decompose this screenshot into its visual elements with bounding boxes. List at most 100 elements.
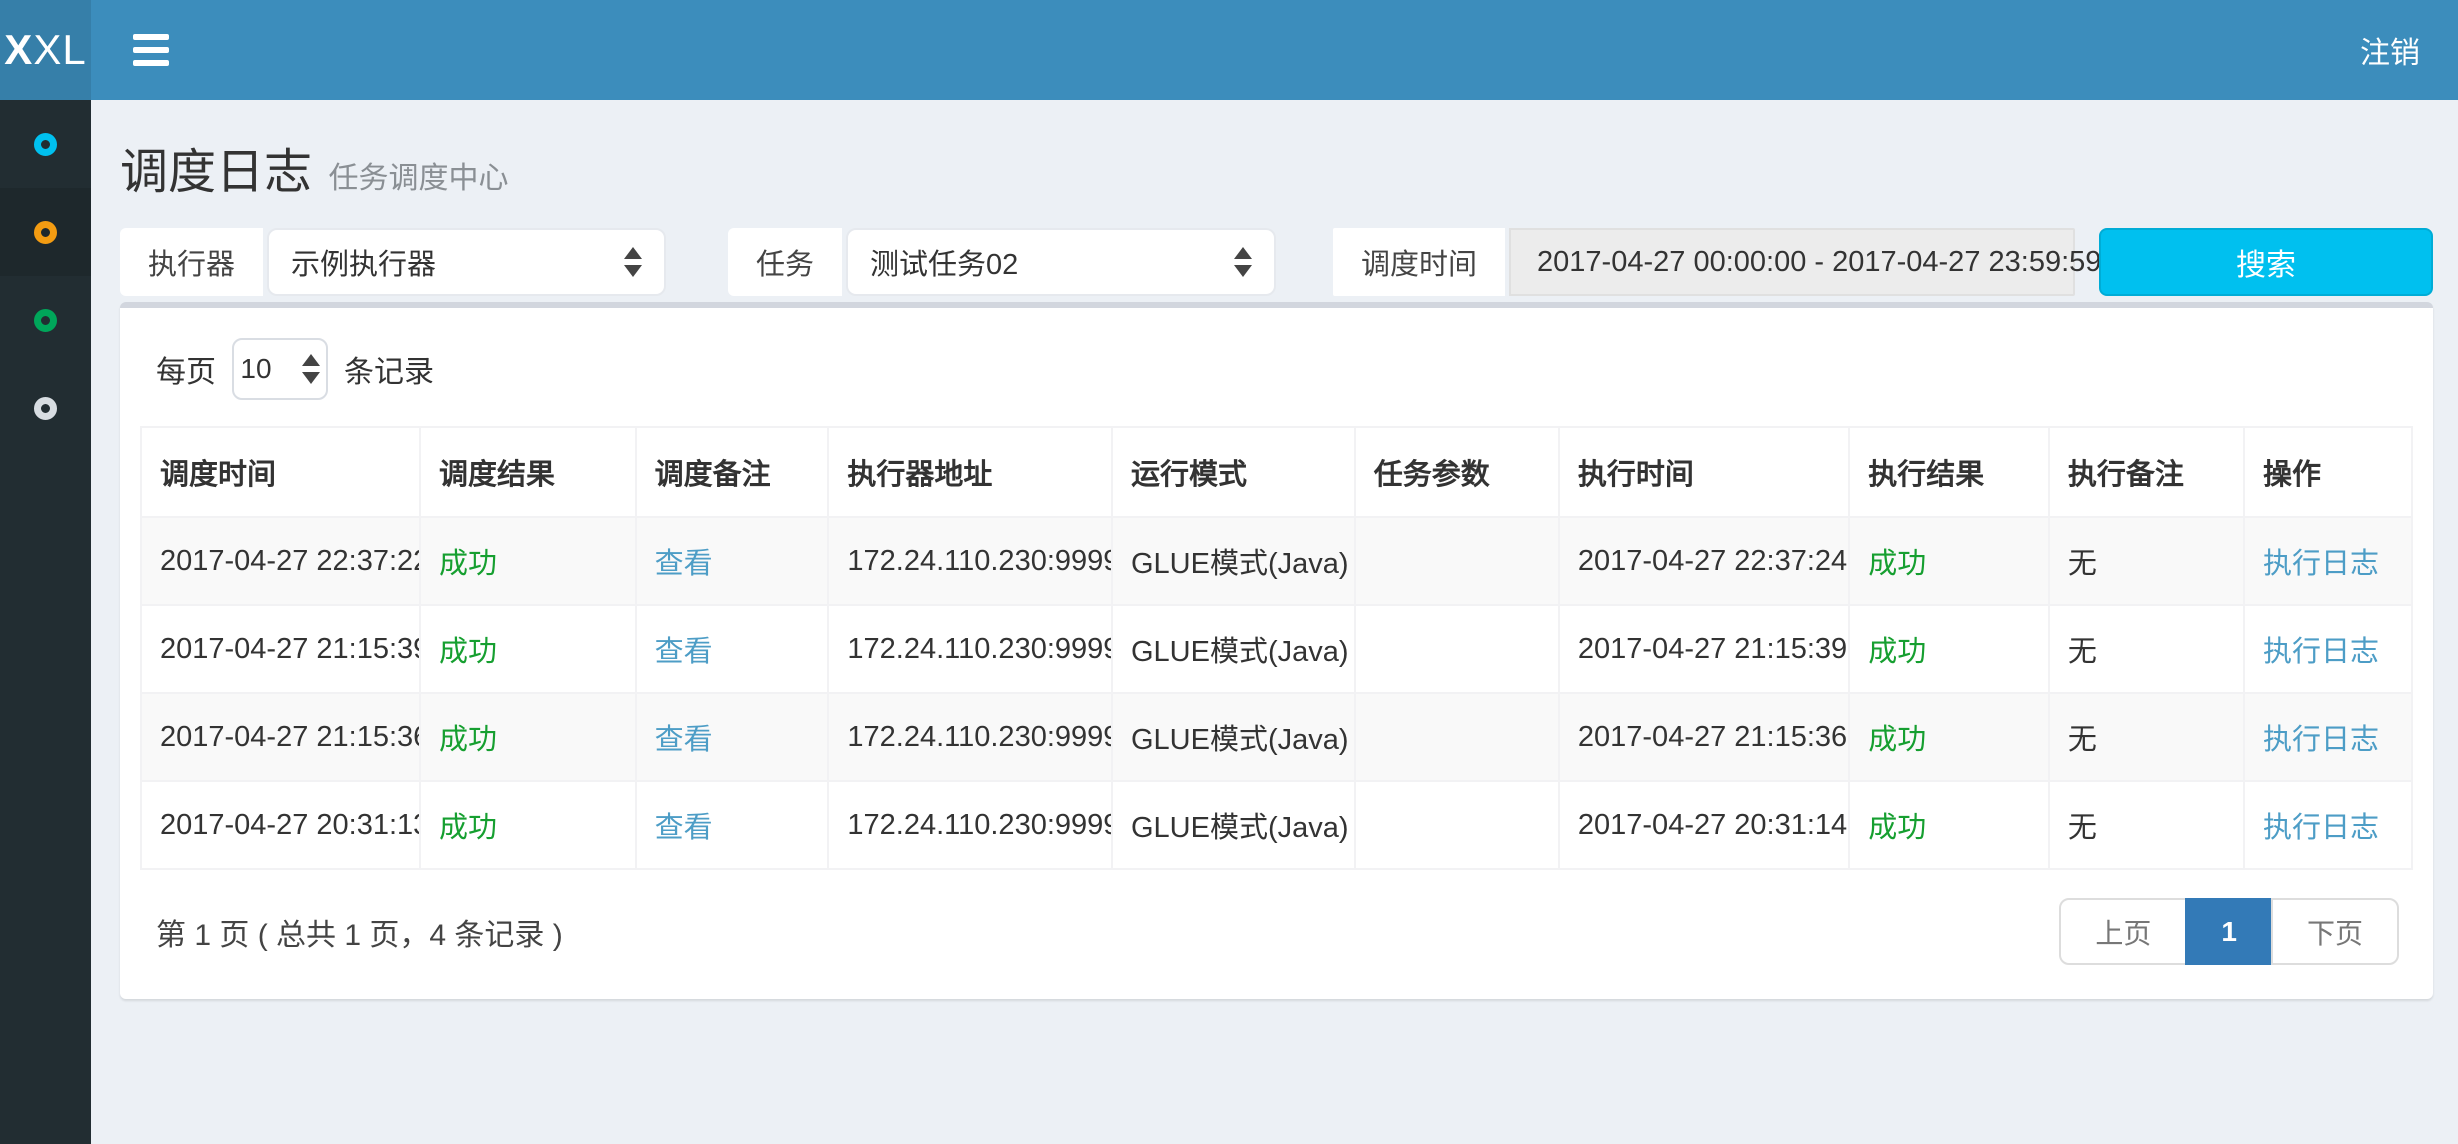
handle-time-cell: 2017-04-27 20:31:14 [1559,781,1849,869]
circle-icon [34,309,57,332]
col-glue-type: 运行模式 [1112,427,1355,517]
job-select-value: 测试任务02 [870,241,1216,283]
circle-icon [34,221,57,244]
trigger-result-text: 成功 [439,812,497,844]
table-row: 2017-04-27 21:15:39 成功 查看 172.24.110.230… [141,605,2412,693]
sidebar-toggle-button[interactable] [119,20,183,80]
glue-type-cell: GLUE模式(Java) [1112,693,1355,781]
executor-address-cell: 172.24.110.230:9999 [828,517,1112,605]
handle-result-text: 成功 [1868,636,1926,668]
exec-log-link[interactable]: 执行日志 [2263,548,2379,580]
page-size-select[interactable]: 10 [232,338,328,400]
trigger-result-text: 成功 [439,548,497,580]
executor-label: 执行器 [120,228,263,296]
page-size-prefix: 每页 [156,347,216,391]
handle-result-text: 成功 [1868,548,1926,580]
col-trigger-msg: 调度备注 [636,427,829,517]
page-subtitle: 任务调度中心 [328,162,508,195]
page-title: 调度日志 [120,146,312,199]
trigger-time-cell: 2017-04-27 21:15:39 [141,605,420,693]
handle-msg-cell: 无 [2049,693,2244,781]
content-header: 调度日志 任务调度中心 [120,128,2433,228]
exec-log-link[interactable]: 执行日志 [2263,636,2379,668]
circle-icon [34,133,57,156]
sidebar-menu [0,100,91,452]
prev-page-button[interactable]: 上页 [2059,898,2187,965]
pagination-summary: 第 1 页 ( 总共 1 页，4 条记录 ) [156,910,563,954]
handle-msg-cell: 无 [2049,517,2244,605]
filter-toolbar: 执行器 示例执行器 任务 测试任务02 调度时间 2017-04-27 00:0… [120,228,2433,296]
table-footer: 第 1 页 ( 总共 1 页，4 条记录 ) 上页 1 下页 [156,898,2413,965]
handle-time-cell: 2017-04-27 21:15:39 [1559,605,1849,693]
sidebar-item-4[interactable] [0,364,91,452]
handle-msg-cell: 无 [2049,781,2244,869]
schedule-time-range-input[interactable]: 2017-04-27 00:00:00 - 2017-04-27 23:59:5… [1509,228,2075,296]
col-handle-msg: 执行备注 [2049,427,2244,517]
schedule-time-label: 调度时间 [1333,228,1505,296]
table-row: 2017-04-27 20:31:13 成功 查看 172.24.110.230… [141,781,2412,869]
col-trigger-time: 调度时间 [141,427,420,517]
executor-address-cell: 172.24.110.230:9999 [828,605,1112,693]
glue-type-cell: GLUE模式(Java) [1112,605,1355,693]
glue-type-cell: GLUE模式(Java) [1112,781,1355,869]
sidebar [0,100,91,1144]
exec-log-link[interactable]: 执行日志 [2263,724,2379,756]
search-button[interactable]: 搜索 [2099,228,2433,296]
page-size-suffix: 条记录 [344,347,434,391]
handle-result-text: 成功 [1868,812,1926,844]
view-trigger-msg-link[interactable]: 查看 [655,636,713,668]
pagination: 上页 1 下页 [2059,898,2399,965]
executor-address-cell: 172.24.110.230:9999 [828,693,1112,781]
select-arrows-icon [1234,247,1252,277]
sidebar-item-3[interactable] [0,276,91,364]
job-param-cell [1355,693,1559,781]
trigger-time-cell: 2017-04-27 21:15:36 [141,693,420,781]
table-row: 2017-04-27 21:15:36 成功 查看 172.24.110.230… [141,693,2412,781]
next-page-button[interactable]: 下页 [2271,898,2399,965]
col-action: 操作 [2244,427,2412,517]
handle-result-text: 成功 [1868,724,1926,756]
select-arrows-icon [302,354,320,384]
job-param-cell [1355,781,1559,869]
trigger-time-cell: 2017-04-27 22:37:22 [141,517,420,605]
col-handle-time: 执行时间 [1559,427,1849,517]
select-arrows-icon [624,247,642,277]
col-trigger-result: 调度结果 [420,427,636,517]
view-trigger-msg-link[interactable]: 查看 [655,812,713,844]
trigger-time-cell: 2017-04-27 20:31:13 [141,781,420,869]
table-header-row: 调度时间 调度结果 调度备注 执行器地址 运行模式 任务参数 执行时间 执行结果… [141,427,2412,517]
top-navbar: XXL 注销 [0,0,2458,100]
col-address: 执行器地址 [828,427,1112,517]
sidebar-item-2-active[interactable] [0,188,91,276]
circle-icon [34,397,57,420]
col-job-param: 任务参数 [1355,427,1559,517]
sidebar-item-1[interactable] [0,100,91,188]
page-size-value: 10 [240,353,271,385]
logout-link[interactable]: 注销 [2322,0,2458,100]
view-trigger-msg-link[interactable]: 查看 [655,724,713,756]
dispatch-log-table: 调度时间 调度结果 调度备注 执行器地址 运行模式 任务参数 执行时间 执行结果… [140,426,2413,870]
table-row: 2017-04-27 22:37:22 成功 查看 172.24.110.230… [141,517,2412,605]
trigger-result-text: 成功 [439,636,497,668]
handle-time-cell: 2017-04-27 22:37:24 [1559,517,1849,605]
log-list-box: 每页 10 条记录 调度时间 调度结果 调度备注 执行器地址 运行模式 任务参数… [120,302,2433,999]
page-1-button[interactable]: 1 [2185,898,2273,965]
trigger-result-text: 成功 [439,724,497,756]
executor-select-value: 示例执行器 [291,241,606,283]
job-label: 任务 [728,228,842,296]
executor-address-cell: 172.24.110.230:9999 [828,781,1112,869]
job-param-cell [1355,517,1559,605]
handle-msg-cell: 无 [2049,605,2244,693]
job-select[interactable]: 测试任务02 [846,228,1276,296]
job-param-cell [1355,605,1559,693]
logo-text-bold: X [4,26,33,74]
view-trigger-msg-link[interactable]: 查看 [655,548,713,580]
handle-time-cell: 2017-04-27 21:15:36 [1559,693,1849,781]
exec-log-link[interactable]: 执行日志 [2263,812,2379,844]
glue-type-cell: GLUE模式(Java) [1112,517,1355,605]
logo-text-light: XL [33,26,86,74]
hamburger-icon [133,34,169,40]
page-size-row: 每页 10 条记录 [156,338,2413,400]
executor-select[interactable]: 示例执行器 [267,228,666,296]
app-logo[interactable]: XXL [0,0,91,100]
